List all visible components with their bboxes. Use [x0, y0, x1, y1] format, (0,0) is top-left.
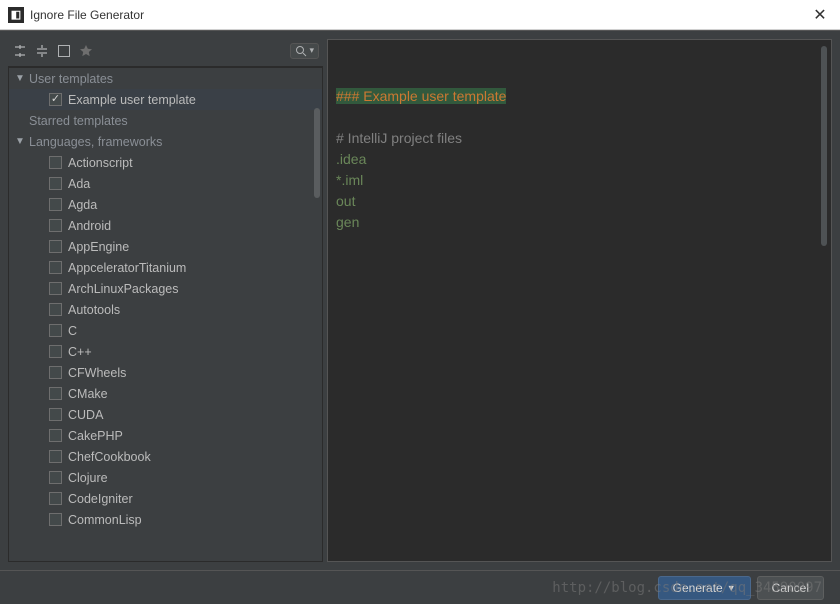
checkbox[interactable] — [49, 513, 62, 526]
cancel-button[interactable]: Cancel — [757, 576, 824, 600]
tree-item[interactable]: ChefCookbook — [9, 446, 322, 467]
editor-line: # IntelliJ project files — [336, 128, 823, 149]
tree-item-label: CFWheels — [68, 366, 126, 380]
checkbox[interactable] — [49, 366, 62, 379]
footer: Generate ▼ Cancel — [0, 570, 840, 604]
generate-button[interactable]: Generate ▼ — [658, 576, 751, 600]
tree-item-label: C — [68, 324, 77, 338]
tree-item-label: CakePHP — [68, 429, 123, 443]
window-title: Ignore File Generator — [30, 8, 144, 22]
tree-group-label: User templates — [29, 72, 113, 86]
editor-line: *.iml — [336, 170, 823, 191]
toolbar: ▾ — [8, 39, 323, 67]
tree-item-label: AppceleratorTitanium — [68, 261, 186, 275]
left-panel: ▾ ▼ User templates Example user template S… — [8, 39, 323, 562]
right-panel: ### Example user template # IntelliJ pro… — [327, 39, 832, 562]
tree-group-label: Languages, frameworks — [29, 135, 162, 149]
tree-item-label: ArchLinuxPackages — [68, 282, 178, 296]
checkbox[interactable] — [49, 324, 62, 337]
tree-item[interactable]: AppceleratorTitanium — [9, 257, 322, 278]
checkbox[interactable] — [49, 471, 62, 484]
checkbox[interactable] — [49, 261, 62, 274]
tree-group[interactable]: Starred templates — [9, 110, 322, 131]
tree-group[interactable]: ▼ User templates — [9, 68, 322, 89]
preview-editor[interactable]: ### Example user template # IntelliJ pro… — [327, 39, 832, 562]
tree-item-label: Actionscript — [68, 156, 133, 170]
tree-item[interactable]: CommonLisp — [9, 509, 322, 530]
editor-line: out — [336, 191, 823, 212]
generate-label: Generate — [673, 581, 723, 595]
tree-group-label: Starred templates — [29, 114, 128, 128]
checkbox[interactable] — [49, 156, 62, 169]
tree-item[interactable]: CakePHP — [9, 425, 322, 446]
editor-line — [336, 107, 823, 128]
tree-item[interactable]: CMake — [9, 383, 322, 404]
chevron-down-icon: ▼ — [15, 73, 25, 84]
main-area: ▾ ▼ User templates Example user template S… — [0, 30, 840, 570]
search-input[interactable]: ▾ — [290, 43, 319, 59]
expand-all-icon[interactable] — [12, 43, 28, 59]
checkbox[interactable] — [49, 198, 62, 211]
tree-item-label: C++ — [68, 345, 92, 359]
tree-item-label: ChefCookbook — [68, 450, 151, 464]
close-icon[interactable]: ✕ — [808, 5, 832, 25]
editor-line: .idea — [336, 149, 823, 170]
scrollbar-thumb[interactable] — [314, 108, 320, 198]
tree-item[interactable]: Autotools — [9, 299, 322, 320]
tree-item[interactable]: C — [9, 320, 322, 341]
checkbox[interactable] — [49, 177, 62, 190]
titlebar: ◧ Ignore File Generator ✕ — [0, 0, 840, 30]
tree-item[interactable]: CFWheels — [9, 362, 322, 383]
checkbox[interactable] — [49, 450, 62, 463]
checkbox[interactable] — [49, 492, 62, 505]
checkbox[interactable] — [49, 240, 62, 253]
tree-item[interactable]: Actionscript — [9, 152, 322, 173]
tree-item-label: Android — [68, 219, 111, 233]
editor-scrollbar-thumb[interactable] — [821, 46, 827, 246]
tree-item-label: CUDA — [68, 408, 103, 422]
chevron-down-icon: ▼ — [727, 583, 736, 593]
checkbox[interactable] — [49, 219, 62, 232]
tree-item-label: Autotools — [68, 303, 120, 317]
tree-item[interactable]: Android — [9, 215, 322, 236]
checkbox[interactable] — [49, 429, 62, 442]
tree-item-label: CMake — [68, 387, 108, 401]
tree-item[interactable]: Example user template — [9, 89, 322, 110]
select-all-icon[interactable] — [56, 43, 72, 59]
tree-item[interactable]: C++ — [9, 341, 322, 362]
checkbox[interactable] — [49, 282, 62, 295]
tree-group[interactable]: ▼ Languages, frameworks — [9, 131, 322, 152]
tree-item-label: CodeIgniter — [68, 492, 133, 506]
tree-item-label: Example user template — [68, 93, 196, 107]
template-tree[interactable]: ▼ User templates Example user template Sta… — [8, 67, 323, 562]
tree-item[interactable]: CUDA — [9, 404, 322, 425]
tree-item-label: Clojure — [68, 471, 108, 485]
star-icon[interactable] — [78, 43, 94, 59]
tree-item[interactable]: ArchLinuxPackages — [9, 278, 322, 299]
editor-line: gen — [336, 212, 823, 233]
tree-item[interactable]: AppEngine — [9, 236, 322, 257]
checkbox[interactable] — [49, 345, 62, 358]
tree-item-label: Ada — [68, 177, 90, 191]
checkbox[interactable] — [49, 408, 62, 421]
editor-line: ### Example user template — [336, 86, 823, 107]
checkbox[interactable] — [49, 93, 62, 106]
app-icon: ◧ — [8, 7, 24, 23]
tree-item-label: AppEngine — [68, 240, 129, 254]
cancel-label: Cancel — [772, 581, 809, 595]
tree-item-label: Agda — [68, 198, 97, 212]
checkbox[interactable] — [49, 387, 62, 400]
tree-item[interactable]: Ada — [9, 173, 322, 194]
tree-item[interactable]: CodeIgniter — [9, 488, 322, 509]
tree-item-label: CommonLisp — [68, 513, 142, 527]
tree-item[interactable]: Clojure — [9, 467, 322, 488]
collapse-all-icon[interactable] — [34, 43, 50, 59]
tree-item[interactable]: Agda — [9, 194, 322, 215]
checkbox[interactable] — [49, 303, 62, 316]
chevron-down-icon: ▼ — [15, 136, 25, 147]
